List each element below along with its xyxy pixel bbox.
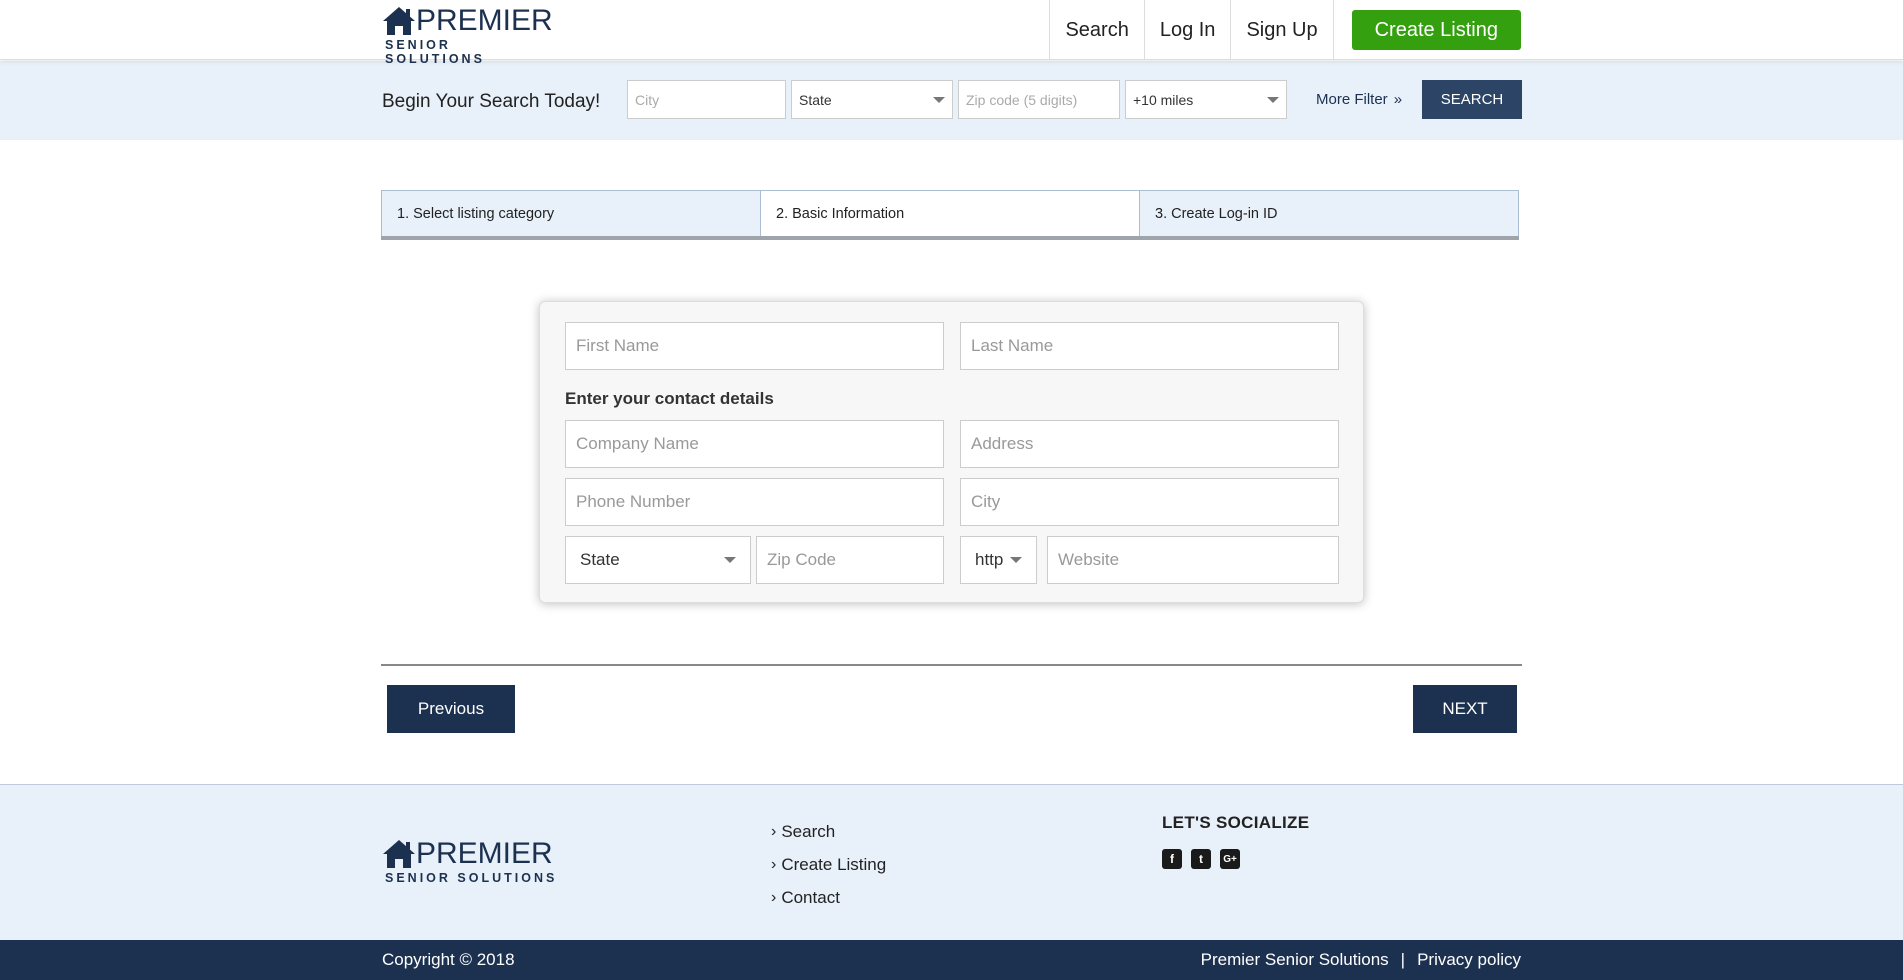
chevron-down-icon <box>724 557 736 563</box>
bottom-bar: Copyright © 2018 Premier Senior Solution… <box>0 940 1903 980</box>
wizard-steps: 1. Select listing category 2. Basic Info… <box>381 190 1519 240</box>
footer-logo-word: PREMIER <box>416 837 553 870</box>
footer-link-label: Search <box>781 821 836 841</box>
state-search-value: State <box>799 91 832 108</box>
privacy-policy-link[interactable]: Privacy policy <box>1417 950 1521 970</box>
footer-link-label: Contact <box>781 887 840 907</box>
radius-value: +10 miles <box>1133 91 1194 108</box>
next-button[interactable]: NEXT <box>1413 685 1517 733</box>
main-nav: Search Log In Sign Up Create Listing <box>1049 0 1521 60</box>
search-bar: Begin Your Search Today! City State Zip … <box>0 61 1903 140</box>
separator: | <box>1400 950 1406 969</box>
more-filter-link[interactable]: More Filter » <box>1316 91 1402 108</box>
zip-code-field[interactable]: Zip Code <box>756 536 944 584</box>
logo-word: PREMIER <box>416 4 553 37</box>
radius-select[interactable]: +10 miles <box>1125 80 1287 119</box>
chevron-right-icon: › <box>771 822 777 840</box>
premier-logo[interactable]: PREMIER SENIOR SOLUTIONS <box>382 4 554 66</box>
state-value: State <box>580 550 620 569</box>
first-name-placeholder: First Name <box>576 336 660 355</box>
previous-button[interactable]: Previous <box>387 685 515 733</box>
divider <box>381 664 1522 666</box>
footer-link-contact[interactable]: › Contact <box>771 881 886 914</box>
house-icon <box>383 7 415 35</box>
chevron-right-icon: › <box>771 888 777 906</box>
google-plus-icon[interactable]: G+ <box>1220 849 1240 869</box>
site-footer: PREMIER SENIOR SOLUTIONS › Search › Crea… <box>0 784 1903 941</box>
state-search-select[interactable]: State <box>791 80 953 119</box>
bottom-links: Premier Senior Solutions | Privacy polic… <box>1201 950 1521 970</box>
website-field[interactable]: Website <box>1047 536 1339 584</box>
house-icon <box>383 840 415 868</box>
footer-link-create-listing[interactable]: › Create Listing <box>771 848 886 881</box>
footer-link-search[interactable]: › Search <box>771 815 886 848</box>
zip-code-placeholder: Zip Code <box>767 550 836 569</box>
search-title: Begin Your Search Today! <box>382 91 601 112</box>
protocol-select[interactable]: http <box>960 536 1037 584</box>
logo-subtitle: SENIOR SOLUTIONS <box>385 38 485 66</box>
search-button[interactable]: SEARCH <box>1422 80 1522 119</box>
protocol-value: http <box>975 550 1004 569</box>
zip-search-placeholder: Zip code (5 digits) <box>966 91 1078 108</box>
last-name-placeholder: Last Name <box>971 336 1054 355</box>
phone-number-field[interactable]: Phone Number <box>565 478 944 526</box>
website-placeholder: Website <box>1058 550 1120 569</box>
create-listing-button[interactable]: Create Listing <box>1351 10 1521 50</box>
zip-search-input[interactable]: Zip code (5 digits) <box>958 80 1120 119</box>
basic-info-form: First Name Last Name Enter your contact … <box>539 301 1364 603</box>
footer-logo[interactable]: PREMIER SENIOR SOLUTIONS <box>382 839 557 885</box>
company-link[interactable]: Premier Senior Solutions <box>1201 950 1389 970</box>
company-name-field[interactable]: Company Name <box>565 420 944 468</box>
chevron-right-icon: › <box>771 855 777 873</box>
twitter-icon[interactable]: t <box>1191 849 1211 869</box>
facebook-icon[interactable]: f <box>1162 849 1182 869</box>
city-placeholder: City <box>971 492 1001 511</box>
site-header: PREMIER SENIOR SOLUTIONS Search Log In S… <box>0 0 1903 66</box>
step-select-category[interactable]: 1. Select listing category <box>382 191 761 237</box>
copyright: Copyright © 2018 <box>382 950 515 969</box>
steps-progress-bar <box>381 236 1519 240</box>
address-placeholder: Address <box>971 434 1034 453</box>
footer-logo-subtitle: SENIOR SOLUTIONS <box>385 871 558 885</box>
more-filter-label: More Filter <box>1316 91 1388 108</box>
social-title: LET'S SOCIALIZE <box>1162 813 1310 832</box>
company-name-placeholder: Company Name <box>576 434 699 453</box>
nav-log-in[interactable]: Log In <box>1143 0 1231 60</box>
nav-search[interactable]: Search <box>1049 0 1143 60</box>
double-chevron-right-icon: » <box>1393 91 1403 108</box>
step-basic-information[interactable]: 2. Basic Information <box>761 191 1140 237</box>
nav-sign-up[interactable]: Sign Up <box>1230 0 1334 60</box>
city-search-placeholder: City <box>635 91 660 108</box>
footer-link-label: Create Listing <box>781 854 887 874</box>
footer-links: › Search › Create Listing › Contact <box>771 815 886 914</box>
last-name-field[interactable]: Last Name <box>960 322 1339 370</box>
social-icons: f t G+ <box>1162 849 1240 869</box>
chevron-down-icon <box>1267 96 1279 103</box>
city-field[interactable]: City <box>960 478 1339 526</box>
chevron-down-icon <box>1010 557 1022 563</box>
contact-details-heading: Enter your contact details <box>565 389 774 408</box>
state-select[interactable]: State <box>565 536 751 584</box>
phone-number-placeholder: Phone Number <box>576 492 691 511</box>
first-name-field[interactable]: First Name <box>565 322 944 370</box>
step-create-login[interactable]: 3. Create Log-in ID <box>1140 191 1518 237</box>
address-field[interactable]: Address <box>960 420 1339 468</box>
city-search-input[interactable]: City <box>627 80 786 119</box>
chevron-down-icon <box>933 96 945 103</box>
